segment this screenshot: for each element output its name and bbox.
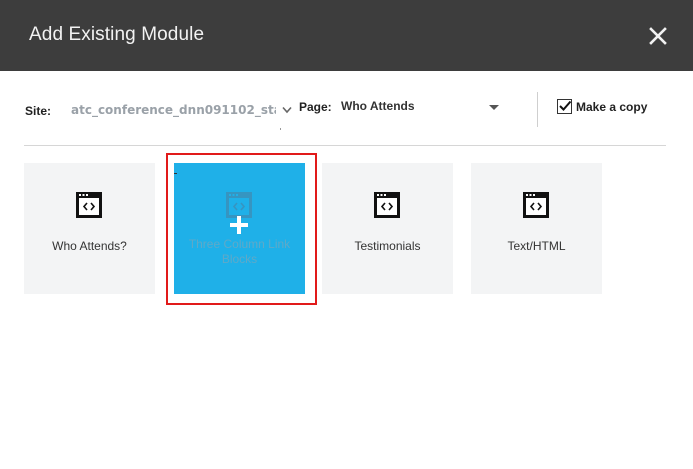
checkmark-icon [559,100,572,111]
module-tile-text-html[interactable]: Text/HTML [471,163,602,294]
horizontal-divider [24,145,666,146]
page-select[interactable]: Who Attends [341,99,506,117]
make-copy-label: Make a copy [576,100,648,114]
module-tile-label: Who Attends? [52,239,127,253]
code-window-icon [523,192,549,218]
page-label: Page: [299,100,332,114]
chevron-down-icon[interactable] [281,104,293,116]
dialog-header: Add Existing Module [0,0,693,71]
module-tile-label: Testimonials [354,239,421,253]
code-window-icon [76,192,102,218]
make-copy-checkbox[interactable] [557,99,572,114]
module-tile-testimonials[interactable]: Testimonials [322,163,453,294]
close-button[interactable] [646,24,670,48]
cursor-mark [174,173,177,174]
vertical-divider [537,92,538,127]
site-select[interactable]: atc_conference_dnn091102_stage [71,103,276,117]
divider-tick [280,128,281,130]
dialog-title: Add Existing Module [29,24,205,45]
site-label: Site: [25,104,52,118]
module-tile-label: Text/HTML [507,239,566,253]
code-window-icon [374,192,400,218]
caret-down-icon [489,105,499,110]
selection-highlight [166,153,317,305]
module-tile-who-attends[interactable]: Who Attends? [24,163,155,294]
page-select-value: Who Attends [341,99,415,113]
close-icon [649,27,667,45]
